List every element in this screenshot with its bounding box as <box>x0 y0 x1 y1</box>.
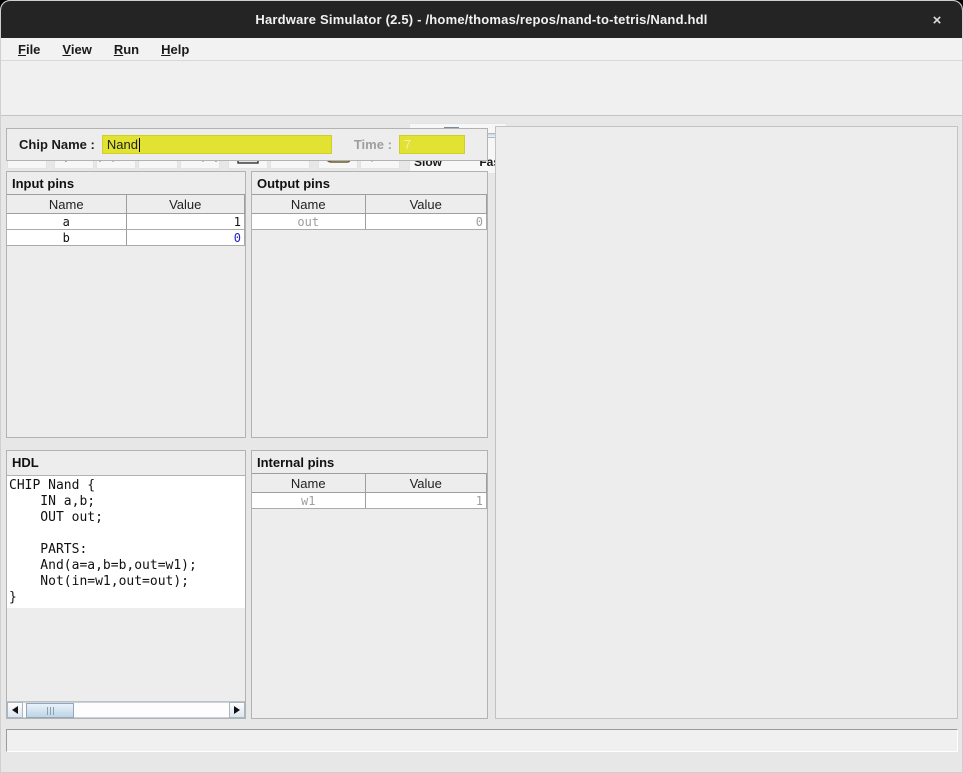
menu-file[interactable]: File <box>9 40 49 59</box>
status-bar <box>6 729 958 752</box>
window-title: Hardware Simulator (2.5) - /home/thomas/… <box>255 12 707 27</box>
pin-name-cell: b <box>7 230 126 246</box>
toolbar: Slow Fast Animate: Program flow Format: … <box>1 61 962 116</box>
scrollbar-thumb[interactable] <box>26 703 74 718</box>
column-header-name: Name <box>252 195 365 214</box>
pin-name-cell: a <box>7 214 126 230</box>
hdl-horizontal-scrollbar[interactable] <box>7 701 245 718</box>
column-header-name: Name <box>7 195 126 214</box>
table-row: b 0 <box>7 230 245 246</box>
internal-pins-panel: Internal pins Name Value w1 1 <box>251 450 488 719</box>
scroll-right-icon[interactable] <box>229 702 245 718</box>
pin-value-cell[interactable]: 1 <box>126 214 245 230</box>
chip-name-bar: Chip Name : Nand Time : 7 <box>6 128 488 161</box>
input-pins-panel: Input pins Name Value a 1 b 0 <box>6 171 246 438</box>
screen-view-panel <box>495 126 958 719</box>
input-pins-title: Input pins <box>7 172 245 194</box>
column-header-value: Value <box>365 195 487 214</box>
internal-pins-title: Internal pins <box>252 451 487 473</box>
menu-run[interactable]: Run <box>105 40 148 59</box>
menu-view[interactable]: View <box>53 40 100 59</box>
hdl-title: HDL <box>7 451 245 473</box>
pin-value-cell: 1 <box>365 493 487 509</box>
chip-name-field[interactable]: Nand <box>102 135 332 154</box>
title-bar: Hardware Simulator (2.5) - /home/thomas/… <box>1 1 962 38</box>
pin-name-cell: w1 <box>252 493 365 509</box>
text-caret <box>139 138 140 152</box>
column-header-value: Value <box>126 195 245 214</box>
hdl-code: CHIP Nand { IN a,b; OUT out; PARTS: And(… <box>7 476 245 608</box>
internal-pins-table: Name Value w1 1 <box>252 473 487 509</box>
table-row: a 1 <box>7 214 245 230</box>
hdl-code-view: CHIP Nand { IN a,b; OUT out; PARTS: And(… <box>7 475 245 701</box>
hdl-panel: HDL CHIP Nand { IN a,b; OUT out; PARTS: … <box>6 450 246 719</box>
scrollbar-track[interactable] <box>23 702 229 718</box>
pin-value-cell[interactable]: 0 <box>126 230 245 246</box>
output-pins-panel: Output pins Name Value out 0 <box>251 171 488 438</box>
column-header-value: Value <box>365 474 487 493</box>
time-label: Time : <box>354 137 392 152</box>
scroll-left-icon[interactable] <box>7 702 23 718</box>
table-row: w1 1 <box>252 493 487 509</box>
time-field[interactable]: 7 <box>399 135 465 154</box>
table-row: out 0 <box>252 214 487 230</box>
input-pins-table: Name Value a 1 b 0 <box>7 194 245 246</box>
output-pins-table: Name Value out 0 <box>252 194 487 230</box>
pin-value-cell: 0 <box>365 214 487 230</box>
chip-name-label: Chip Name : <box>19 137 95 152</box>
column-header-name: Name <box>252 474 365 493</box>
close-icon[interactable]: × <box>926 9 948 31</box>
hardware-simulator-window: Hardware Simulator (2.5) - /home/thomas/… <box>0 0 963 773</box>
pin-name-cell: out <box>252 214 365 230</box>
menu-help[interactable]: Help <box>152 40 198 59</box>
menu-bar: File View Run Help <box>1 38 962 61</box>
output-pins-title: Output pins <box>252 172 487 194</box>
